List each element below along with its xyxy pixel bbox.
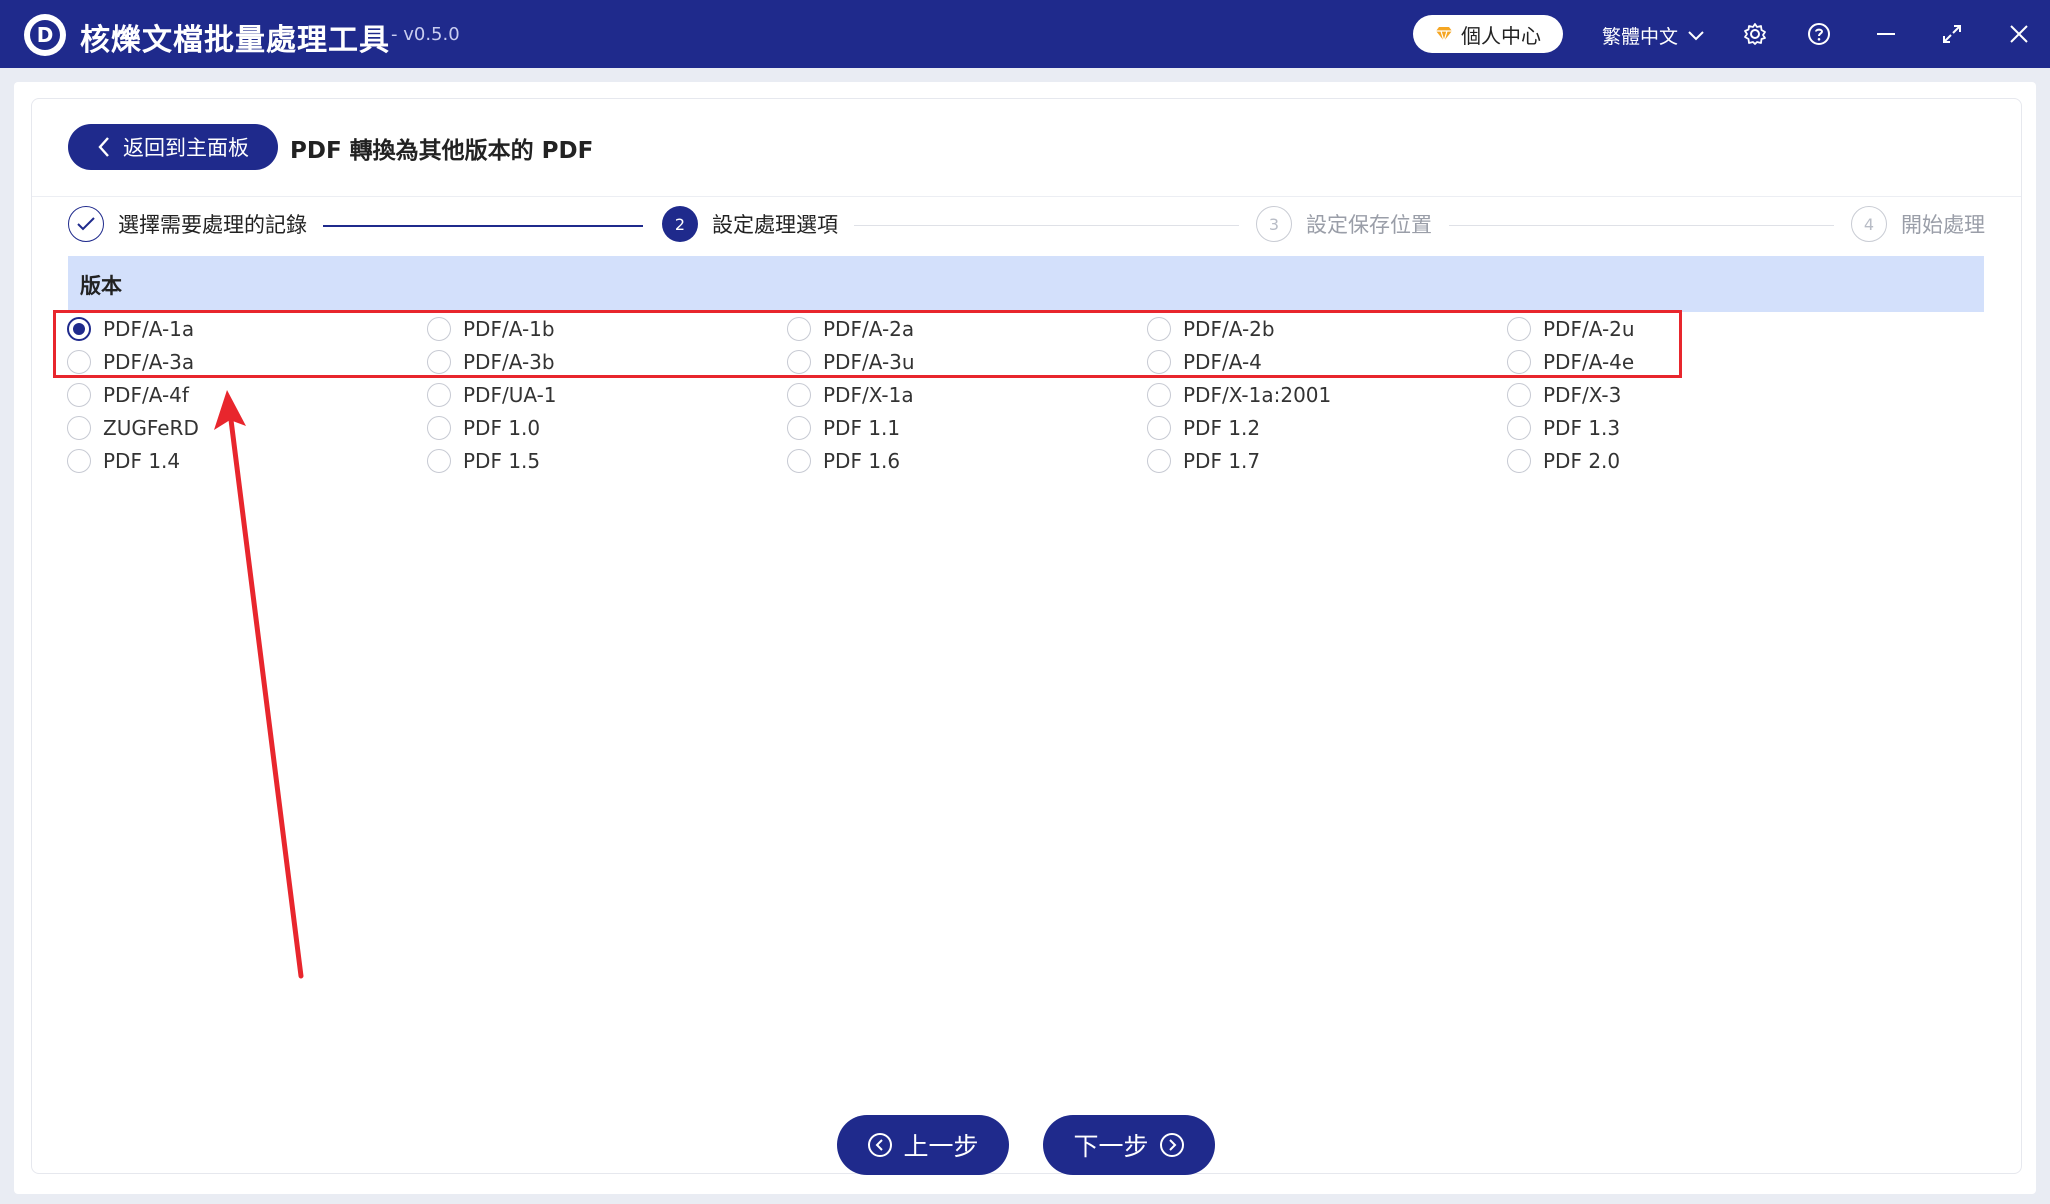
previous-step-button[interactable]: 上一步	[837, 1115, 1009, 1175]
chevron-left-circle-icon	[868, 1133, 893, 1157]
chevron-right-circle-icon	[1159, 1133, 1184, 1157]
annotation-arrow-icon	[214, 390, 304, 979]
next-step-button[interactable]: 下一步	[1043, 1115, 1215, 1175]
next-label: 下一步	[1073, 1132, 1149, 1161]
previous-label: 上一步	[903, 1132, 979, 1161]
